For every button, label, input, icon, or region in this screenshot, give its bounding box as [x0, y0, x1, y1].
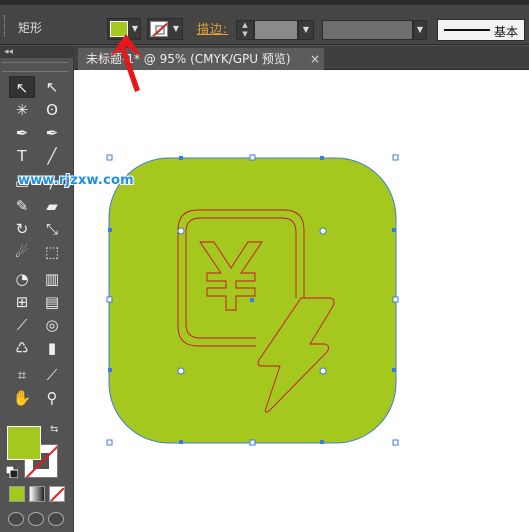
brush-stroke-preview: [444, 29, 490, 31]
pencil-tool[interactable]: ✎: [9, 195, 35, 217]
slice-tool[interactable]: ⟋: [39, 364, 65, 386]
gradient-mode-button[interactable]: [29, 486, 45, 502]
free-transform-tool[interactable]: ⬚: [39, 241, 65, 263]
variable-width-profile[interactable]: [322, 20, 413, 40]
blend-tool[interactable]: ◎: [39, 314, 65, 336]
curvature-tool[interactable]: ✒: [39, 122, 65, 144]
rotate-tool[interactable]: ↻: [9, 218, 35, 240]
stroke-weight-input[interactable]: [254, 20, 298, 40]
type-tool[interactable]: T: [9, 145, 35, 167]
toolbox-grip[interactable]: [2, 62, 68, 72]
artwork-svg: [106, 154, 399, 446]
scale-tool[interactable]: ⤡: [39, 218, 65, 240]
current-tool-label: 矩形: [18, 21, 43, 35]
stroke-color-control[interactable]: ▼: [147, 18, 183, 40]
line-tool[interactable]: ╱: [39, 145, 65, 167]
artboard-canvas[interactable]: [74, 70, 529, 532]
brush-definition-select[interactable]: 基本: [437, 19, 525, 41]
document-tab-bar: 未标题-1* @ 95% (CMYK/GPU 预览) ×: [74, 46, 529, 70]
fill-color-swatch[interactable]: [110, 21, 128, 37]
perspective-grid-tool[interactable]: ▥: [39, 268, 65, 290]
watermark-text: www.rjzxw.com: [18, 173, 134, 188]
hand-tool[interactable]: ✋: [9, 387, 35, 409]
symbol-sprayer-tool[interactable]: ♺: [9, 337, 35, 359]
pen-tool[interactable]: ✒: [9, 122, 35, 144]
draw-behind-icon[interactable]: [28, 512, 44, 526]
warp-tool[interactable]: ☄: [9, 241, 35, 263]
artboard-tool[interactable]: ⌗: [9, 364, 35, 386]
lasso-tool[interactable]: ʘ: [39, 99, 65, 121]
document-tab[interactable]: 未标题-1* @ 95% (CMYK/GPU 预览) ×: [78, 48, 324, 70]
eraser-tool[interactable]: ▰: [39, 195, 65, 217]
column-graph-tool[interactable]: ▮: [39, 337, 65, 359]
variable-width-dropdown[interactable]: ▼: [413, 20, 427, 40]
illustrator-window: 矩形 ▼ ▼ 描边: ▲ ▼ ▼ ▼ 基本 ◂◂ 未标题-1* @ 95% (C…: [0, 0, 529, 532]
no-color-slash-icon: [50, 487, 64, 501]
mesh-tool[interactable]: ⊞: [9, 291, 35, 313]
close-icon[interactable]: ×: [310, 48, 320, 70]
stroke-color-swatch[interactable]: [150, 21, 168, 37]
chevron-down-icon[interactable]: ▼: [129, 19, 141, 39]
direct-selection-tool[interactable]: ↖: [39, 76, 65, 98]
document-tab-title: 未标题-1* @ 95% (CMYK/GPU 预览): [86, 52, 291, 66]
draw-inside-icon[interactable]: [48, 512, 64, 526]
none-mode-button[interactable]: [49, 486, 65, 502]
fill-color-box[interactable]: [7, 426, 41, 460]
draw-normal-icon[interactable]: [8, 512, 24, 526]
swap-fill-stroke-icon[interactable]: ⇆: [50, 424, 58, 435]
stroke-weight-label[interactable]: 描边:: [197, 20, 228, 37]
eyedropper-tool[interactable]: ⟋: [9, 314, 35, 336]
collapse-toolbox-button[interactable]: ◂◂: [0, 46, 74, 58]
magic-wand-tool[interactable]: ✳: [9, 99, 35, 121]
fill-color-control[interactable]: ▼: [107, 18, 141, 40]
selection-tool[interactable]: ↖: [9, 76, 35, 98]
shape-builder-tool[interactable]: ◔: [9, 268, 35, 290]
stroke-weight-dropdown[interactable]: ▼: [298, 20, 314, 40]
no-color-slash-icon: [151, 22, 167, 36]
chevron-down-icon[interactable]: ▼: [170, 19, 182, 39]
toolbox: ↖ ↖ ✳ ʘ ✒ ✒ T ╱ ▭ ∕ ✎ ▰ ↻ ⤡ ☄ ⬚ ◔ ▥ ⊞ ▤ ⟋ ◎ ♺ ▮ ⌗ ⟋ ✋ ⚲ ⇆: [0, 58, 74, 532]
brush-definition-label: 基本: [494, 25, 519, 39]
control-bar: 矩形 ▼ ▼ 描边: ▲ ▼ ▼ ▼ 基本: [0, 5, 529, 45]
panel-grip[interactable]: [4, 15, 7, 37]
gradient-tool[interactable]: ▤: [39, 291, 65, 313]
default-fill-stroke-icon[interactable]: [6, 466, 18, 478]
color-mode-button[interactable]: [9, 486, 25, 502]
zoom-tool[interactable]: ⚲: [39, 387, 65, 409]
stroke-weight-stepper[interactable]: ▲ ▼: [236, 20, 254, 40]
